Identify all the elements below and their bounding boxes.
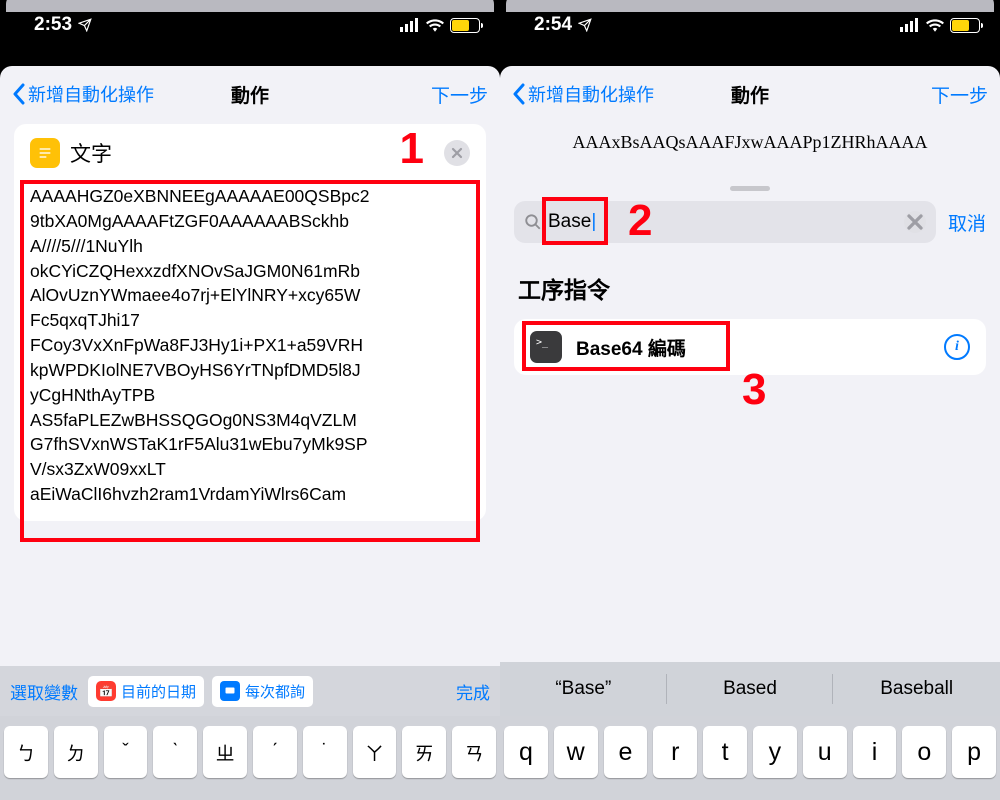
key[interactable]: q — [504, 726, 548, 778]
key[interactable]: ㄅ — [4, 726, 48, 778]
cancel-button[interactable]: 取消 — [948, 209, 986, 236]
wifi-icon — [426, 18, 444, 32]
chevron-left-icon — [512, 83, 526, 105]
signal-icon — [900, 18, 920, 32]
key[interactable]: ㄚ — [353, 726, 397, 778]
key[interactable]: ㄓ — [203, 726, 247, 778]
highlight-box — [20, 180, 480, 542]
keyboard[interactable]: ㄅㄉˇˋㄓˊ˙ㄚㄞㄢ — [0, 716, 500, 800]
key[interactable]: ˋ — [153, 726, 197, 778]
annotation-3: 3 — [742, 365, 766, 415]
search-icon — [524, 213, 542, 231]
search-sheet: Base| 取消 2 工序指令 >_ Base64 編碼 i 3 — [500, 178, 1000, 800]
ask-icon — [220, 681, 240, 701]
done-button[interactable]: 完成 — [456, 679, 490, 704]
annotation-1: 1 — [400, 124, 424, 174]
prediction-item[interactable]: Baseball — [833, 662, 1000, 716]
suggestion-bar: 選取變數 📅 目前的日期 每次都詢 完成 — [0, 666, 500, 716]
key[interactable]: e — [604, 726, 648, 778]
text-icon — [30, 138, 60, 168]
key[interactable]: y — [753, 726, 797, 778]
key[interactable]: ˊ — [253, 726, 297, 778]
location-icon — [578, 18, 592, 32]
key[interactable]: ㄞ — [402, 726, 446, 778]
key[interactable]: ㄉ — [54, 726, 98, 778]
highlight-box-result — [522, 321, 730, 371]
peek-text: AAAxBsAAQsAAAFJxwAAAPp1ZHRhAAAA — [500, 122, 1000, 153]
key[interactable]: u — [803, 726, 847, 778]
status-time: 2:54 — [534, 14, 572, 36]
search-field[interactable]: Base| — [514, 201, 936, 243]
text-card-header: 文字 1 — [30, 138, 470, 168]
section-title: 工序指令 — [518, 271, 982, 305]
key[interactable]: r — [653, 726, 697, 778]
calendar-icon: 📅 — [96, 681, 116, 701]
nav-next-button[interactable]: 下一步 — [431, 81, 488, 108]
nav-back-button[interactable]: 新增自動化操作 — [12, 81, 154, 107]
prediction-item[interactable]: Based — [667, 662, 834, 716]
status-time: 2:53 — [34, 14, 72, 36]
phone-screenshot-right: 2:54 新增自動化操作 動作 下一步 AAAxBsAAQsAAAFJxwAAA… — [500, 0, 1000, 800]
clear-search-button[interactable] — [904, 211, 926, 233]
select-variable-button[interactable]: 選取變數 — [10, 679, 78, 704]
battery-icon — [950, 18, 980, 33]
pill-ask-each-time[interactable]: 每次都詢 — [212, 676, 313, 707]
pill-current-date[interactable]: 📅 目前的日期 — [88, 676, 204, 707]
keyboard[interactable]: qwertyuiop — [500, 716, 1000, 800]
nav-next-button[interactable]: 下一步 — [931, 81, 988, 108]
nav-back-button[interactable]: 新增自動化操作 — [512, 81, 654, 107]
text-action-card[interactable]: 文字 1 AAAAHGZ0eXBNNEEgAAAAAE00QSBpc29tbXA… — [14, 124, 486, 521]
back-sheet — [6, 0, 494, 12]
search-row: Base| 取消 — [500, 201, 1000, 243]
wifi-icon — [926, 18, 944, 32]
phone-screenshot-left: 2:53 新增自動化操作 動作 下一步 文字 — [0, 0, 500, 800]
key[interactable]: o — [902, 726, 946, 778]
clear-button[interactable] — [444, 140, 470, 166]
nav-bar: 新增自動化操作 動作 下一步 — [500, 66, 1000, 122]
key[interactable]: ˙ — [303, 726, 347, 778]
nav-back-label: 新增自動化操作 — [528, 81, 654, 107]
modal-sheet: 新增自動化操作 動作 下一步 AAAxBsAAQsAAAFJxwAAAPp1ZH… — [500, 66, 1000, 800]
key[interactable]: i — [853, 726, 897, 778]
modal-sheet: 新增自動化操作 動作 下一步 文字 1 AAAAHGZ0eXBNNEEgAAAA… — [0, 66, 500, 800]
key[interactable]: t — [703, 726, 747, 778]
nav-back-label: 新增自動化操作 — [28, 81, 154, 107]
prediction-item[interactable]: “Base” — [500, 662, 667, 716]
key[interactable]: w — [554, 726, 598, 778]
key[interactable]: ˇ — [104, 726, 148, 778]
back-sheet — [506, 0, 994, 12]
location-icon — [78, 18, 92, 32]
text-card-title: 文字 — [70, 138, 112, 168]
key[interactable]: ㄢ — [452, 726, 496, 778]
annotation-2: 2 — [628, 196, 652, 246]
grabber[interactable] — [730, 186, 770, 191]
info-button[interactable]: i — [944, 334, 970, 360]
chevron-left-icon — [12, 83, 26, 105]
signal-icon — [400, 18, 420, 32]
highlight-box-search — [542, 197, 608, 245]
nav-bar: 新增自動化操作 動作 下一步 — [0, 66, 500, 122]
key[interactable]: p — [952, 726, 996, 778]
prediction-bar: “Base”BasedBaseball — [500, 662, 1000, 716]
battery-icon — [450, 18, 480, 33]
